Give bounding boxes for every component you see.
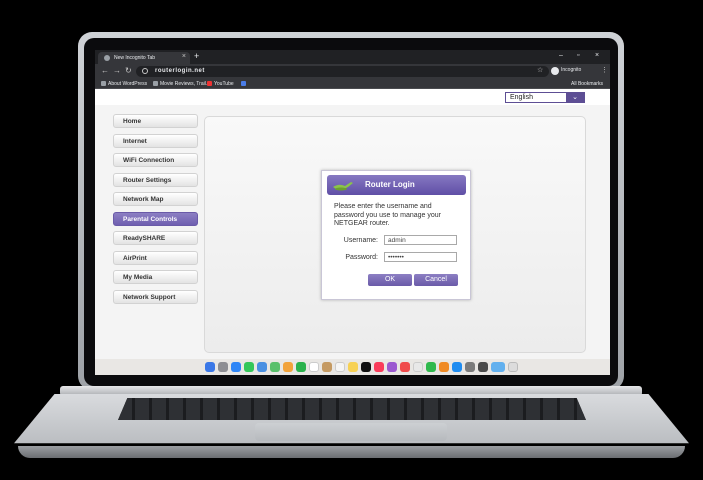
chevron-down-icon[interactable]: ⌄ xyxy=(566,93,584,102)
bookmark-favicon-icon xyxy=(153,81,158,86)
bookmark-item[interactable]: YouTube xyxy=(207,81,234,87)
browser-tab-bar: New Incognito Tab × + – ▫ × xyxy=(95,50,610,64)
username-label: Username: xyxy=(343,237,378,244)
sidebar-item-home[interactable]: Home xyxy=(113,114,198,128)
dialog-header: Router Login xyxy=(327,175,466,195)
menu-kebab-icon[interactable]: ⋮ xyxy=(601,66,608,74)
system-settings-icon[interactable] xyxy=(465,362,475,372)
numbers-icon[interactable] xyxy=(426,362,436,372)
bookmark-star-icon[interactable]: ☆ xyxy=(537,66,543,74)
incognito-tab-icon xyxy=(104,55,110,61)
language-select[interactable]: English ⌄ xyxy=(505,92,585,103)
back-icon[interactable]: ← xyxy=(101,66,109,75)
forward-icon[interactable]: → xyxy=(113,66,121,75)
sidebar-item-parental-controls[interactable]: Parental Controls xyxy=(113,211,198,226)
youtube-icon xyxy=(207,81,212,86)
trash-icon[interactable] xyxy=(508,362,518,372)
dock-apps xyxy=(205,362,518,372)
address-bar[interactable]: routerlogin.net xyxy=(136,66,549,77)
bookmarks-bar: About WordPress Movie Reviews, Trail... … xyxy=(95,80,610,89)
macos-dock xyxy=(95,359,610,375)
username-input[interactable]: admin xyxy=(384,235,457,245)
close-window-icon[interactable]: × xyxy=(595,52,599,59)
dialog-message: Please enter the username and password y… xyxy=(334,203,442,227)
freeform-icon[interactable] xyxy=(413,362,423,372)
browser-tab[interactable]: New Incognito Tab × xyxy=(98,52,190,64)
close-tab-icon[interactable]: × xyxy=(182,53,186,60)
tab-title: New Incognito Tab xyxy=(114,55,156,61)
app-store-icon[interactable] xyxy=(452,362,462,372)
sidebar-item-airprint[interactable]: AirPrint xyxy=(113,250,198,265)
notes-icon[interactable] xyxy=(348,362,358,372)
contacts-icon[interactable] xyxy=(322,362,332,372)
calendar-icon[interactable] xyxy=(309,362,319,372)
sidebar-item-internet[interactable]: Internet xyxy=(113,133,198,148)
safari-icon[interactable] xyxy=(231,362,241,372)
reload-icon[interactable]: ↻ xyxy=(125,66,132,75)
laptop-mockup: New Incognito Tab × + – ▫ × ← → ↻ router… xyxy=(0,0,703,480)
incognito-avatar-icon[interactable] xyxy=(551,67,559,75)
bookmark-favicon-icon xyxy=(241,81,246,86)
maximize-icon[interactable]: ▫ xyxy=(577,52,579,59)
music-icon[interactable] xyxy=(374,362,384,372)
sidebar-item-network-support[interactable]: Network Support xyxy=(113,289,198,304)
finder-icon[interactable] xyxy=(205,362,215,372)
photos-icon[interactable] xyxy=(283,362,293,372)
messages-icon[interactable] xyxy=(244,362,254,372)
password-input[interactable]: ••••••• xyxy=(384,252,457,262)
news-icon[interactable] xyxy=(400,362,410,372)
mail-icon[interactable] xyxy=(257,362,267,372)
apple-tv-icon[interactable] xyxy=(361,362,371,372)
bookmark-item[interactable]: Movie Reviews, Trail... xyxy=(153,81,210,87)
reminders-icon[interactable] xyxy=(335,362,345,372)
language-value: English xyxy=(510,94,533,101)
cancel-button[interactable]: Cancel xyxy=(414,274,458,286)
facetime-icon[interactable] xyxy=(296,362,306,372)
dialog-title: Router Login xyxy=(365,180,415,189)
ok-button[interactable]: OK xyxy=(368,274,412,286)
page-header: English ⌄ xyxy=(95,89,610,105)
sidebar-item-router-settings[interactable]: Router Settings xyxy=(113,172,198,187)
all-bookmarks-button[interactable]: All Bookmarks xyxy=(571,81,603,87)
browser-toolbar: ← → ↻ routerlogin.net ☆ Incognito ⋮ xyxy=(95,64,610,80)
launchpad-icon[interactable] xyxy=(218,362,228,372)
downloads-folder-icon[interactable] xyxy=(491,362,505,372)
password-label: Password: xyxy=(345,254,378,261)
sidebar: Home Internet WiFi Connection Router Set… xyxy=(113,114,198,309)
chrome-icon[interactable] xyxy=(478,362,488,372)
new-tab-button[interactable]: + xyxy=(194,51,199,61)
sidebar-item-my-media[interactable]: My Media xyxy=(113,270,198,284)
url-text: routerlogin.net xyxy=(155,68,205,74)
site-info-icon[interactable] xyxy=(142,68,148,74)
sidebar-item-readyshare[interactable]: ReadySHARE xyxy=(113,231,198,245)
podcasts-icon[interactable] xyxy=(387,362,397,372)
trackpad xyxy=(255,423,447,441)
bookmark-item[interactable] xyxy=(241,81,248,87)
profile-label[interactable]: Incognito xyxy=(561,67,581,73)
genie-lamp-icon xyxy=(333,182,353,191)
laptop-front-edge xyxy=(18,446,685,458)
bookmark-item[interactable]: About WordPress xyxy=(101,81,147,87)
pages-icon[interactable] xyxy=(439,362,449,372)
sidebar-item-network-map[interactable]: Network Map xyxy=(113,192,198,206)
sidebar-item-wifi-connection[interactable]: WiFi Connection xyxy=(113,153,198,167)
minimize-icon[interactable]: – xyxy=(559,52,563,59)
maps-icon[interactable] xyxy=(270,362,280,372)
wordpress-icon xyxy=(101,81,106,86)
keyboard xyxy=(118,398,586,420)
router-login-dialog: Router Login Please enter the username a… xyxy=(321,170,471,300)
